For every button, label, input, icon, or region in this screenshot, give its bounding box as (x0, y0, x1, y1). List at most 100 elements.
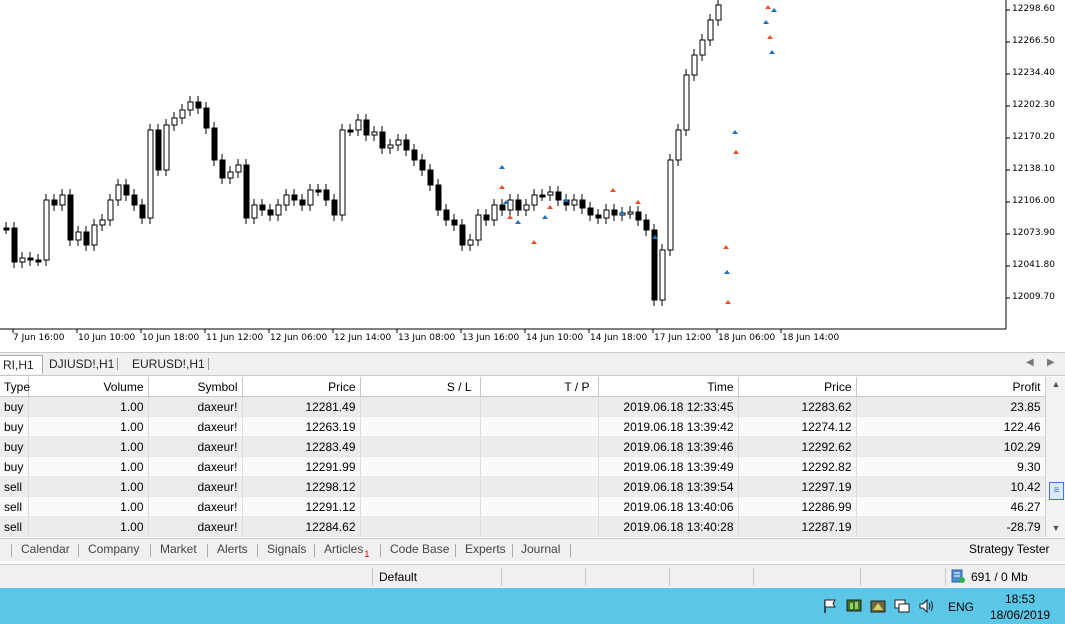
candle-body (459, 224, 466, 246)
table-scrollbar[interactable]: ▲ ≡ ▼ (1045, 377, 1065, 537)
candle-body (235, 164, 242, 173)
tab-alerts[interactable]: Alerts (217, 542, 248, 556)
cell-time: 2019.06.18 13:40:06 (598, 496, 739, 517)
tab-market[interactable]: Market (160, 542, 197, 556)
tab-company[interactable]: Company (88, 542, 139, 556)
tab-journal[interactable]: Journal (521, 542, 560, 556)
clock-time[interactable]: 18:53 (1005, 592, 1035, 606)
tab-signals[interactable]: Signals (267, 542, 306, 556)
trade-marker (499, 165, 505, 169)
status-divider (669, 568, 670, 586)
candle-body (283, 194, 290, 206)
tab-separator (314, 544, 315, 557)
time-axis-label: 14 Jun 10:00 (526, 333, 584, 343)
chart-tab[interactable]: EURUSD!,H1 (124, 355, 213, 373)
cell-symbol: daxeur! (148, 416, 243, 437)
cell-sl (360, 516, 481, 537)
trade-marker (507, 215, 513, 219)
table-row[interactable]: buy 1.00 daxeur! 12263.19 2019.06.18 13:39:4… (0, 416, 1046, 437)
cell-symbol: daxeur! (148, 436, 243, 457)
candle-body (515, 199, 522, 211)
network-icon[interactable] (870, 598, 886, 614)
time-axis-label: 18 Jun 06:00 (718, 333, 776, 343)
time-axis-label: 10 Jun 18:00 (142, 333, 200, 343)
candle-body (715, 4, 722, 21)
time-axis-label: 10 Jun 10:00 (78, 333, 136, 343)
cell-profit: 46.27 (856, 496, 1046, 517)
column-header[interactable]: Price (242, 377, 361, 397)
tab-experts[interactable]: Experts (465, 542, 506, 556)
cell-symbol: daxeur! (148, 516, 243, 537)
price-chart[interactable]: 12298.60 12266.50 12234.40 12202.30 1217… (0, 0, 1065, 352)
volume-icon[interactable] (918, 598, 934, 614)
candle-body (395, 139, 402, 146)
candlestick-chart[interactable] (0, 0, 1065, 352)
tab-separator (512, 544, 513, 557)
candle-body (187, 101, 194, 111)
candle-body (211, 127, 218, 161)
candle-body (331, 199, 338, 216)
candle-body (219, 159, 226, 179)
candle-body (603, 209, 610, 219)
cell-close-price: 12287.19 (738, 516, 857, 537)
column-header[interactable]: Profit (856, 377, 1046, 397)
scroll-down-icon[interactable]: ▼ (1046, 523, 1065, 533)
price-axis-label: 12170.20 (1012, 132, 1055, 142)
cell-time: 2019.06.18 13:39:42 (598, 416, 739, 437)
candle-body (59, 194, 66, 206)
candle-body (595, 214, 602, 219)
column-header[interactable]: Symbol (148, 377, 243, 397)
scroll-thumb[interactable]: ≡ (1049, 482, 1064, 500)
scroll-left-icon[interactable]: ◀ (1026, 357, 1034, 368)
chart-tab[interactable]: DJIUSD!,H1 (41, 355, 122, 373)
candle-body (171, 117, 178, 126)
candle-body (259, 204, 266, 211)
candle-body (419, 159, 426, 171)
cell-tp (480, 476, 599, 497)
table-row[interactable]: buy 1.00 daxeur! 12283.49 2019.06.18 13:39:4… (0, 436, 1046, 457)
clock-date[interactable]: 18/06/2019 (990, 608, 1050, 622)
column-header[interactable]: Time (598, 377, 739, 397)
scroll-up-icon[interactable]: ▲ (1046, 379, 1065, 389)
column-header[interactable]: S / L (360, 377, 481, 397)
cell-type: sell (0, 496, 29, 517)
candle-body (643, 219, 650, 231)
trade-marker (771, 8, 777, 12)
column-header[interactable]: Type (0, 377, 30, 397)
column-header[interactable]: Price (738, 377, 857, 397)
display-icon[interactable] (894, 598, 910, 614)
candle-body (147, 129, 154, 219)
cell-volume: 1.00 (28, 476, 149, 497)
table-row[interactable]: buy 1.00 daxeur! 12281.49 2019.06.18 12:33:4… (0, 396, 1046, 417)
column-header[interactable]: T / P (480, 377, 599, 397)
monitor-icon[interactable] (846, 598, 862, 614)
cell-type: buy (0, 416, 29, 437)
candle-body (275, 204, 282, 216)
cell-profit: 122.46 (856, 416, 1046, 437)
flag-icon[interactable] (822, 598, 838, 614)
table-row[interactable]: sell 1.00 daxeur! 12291.12 2019.06.18 13:40:… (0, 496, 1046, 517)
candle-body (555, 191, 562, 201)
candle-body (651, 229, 658, 301)
candle-body (451, 219, 458, 226)
chart-tab[interactable]: RI,H1 (0, 355, 43, 374)
table-row[interactable]: sell 1.00 daxeur! 12284.62 2019.06.18 13:40:… (0, 516, 1046, 537)
tab-calendar[interactable]: Calendar (21, 542, 70, 556)
tab-articles[interactable]: Articles1 (324, 542, 369, 559)
candle-body (547, 191, 554, 196)
table-row[interactable]: sell 1.00 daxeur! 12298.12 2019.06.18 13:39:… (0, 476, 1046, 497)
tab-separator (117, 358, 118, 370)
trade-marker (723, 245, 729, 249)
candle-body (155, 129, 162, 171)
candle-body (291, 194, 298, 201)
candle-body (683, 74, 690, 131)
tab-code-base[interactable]: Code Base (390, 542, 449, 556)
tab-strategy-tester[interactable]: Strategy Tester (969, 542, 1049, 556)
candle-body (267, 209, 274, 216)
table-row[interactable]: buy 1.00 daxeur! 12291.99 2019.06.18 13:39:4… (0, 456, 1046, 477)
scroll-right-icon[interactable]: ▶ (1047, 357, 1055, 368)
connection-status-icon[interactable] (951, 569, 965, 584)
language-indicator[interactable]: ENG (948, 600, 974, 614)
tab-separator (257, 544, 258, 557)
column-header[interactable]: Volume (28, 377, 149, 397)
